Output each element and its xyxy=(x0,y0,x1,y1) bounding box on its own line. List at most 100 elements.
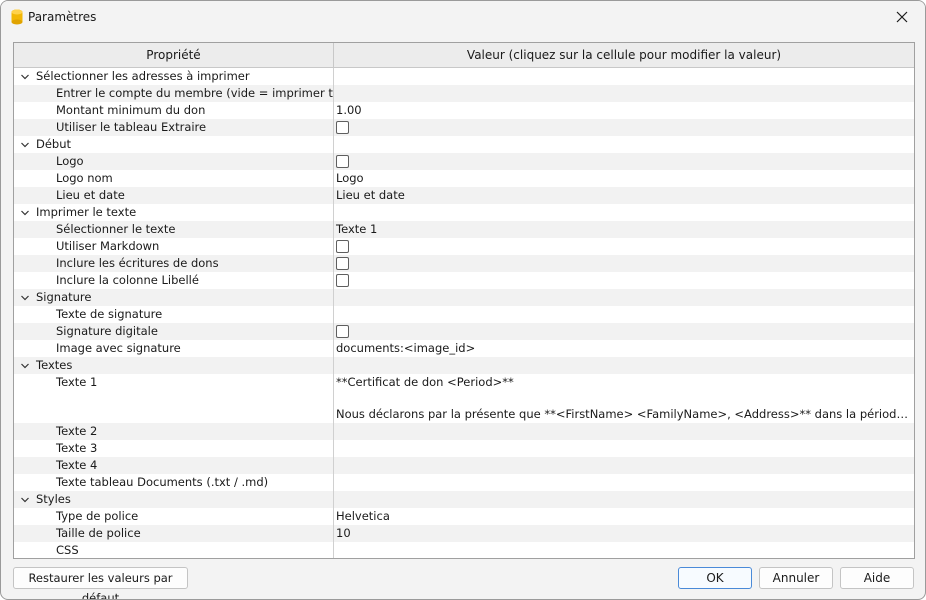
group-cell[interactable]: Sélectionner les adresses à imprimer xyxy=(14,68,334,85)
table-row[interactable]: Texte 2 xyxy=(14,423,914,440)
property-cell[interactable]: Sélectionner le texte xyxy=(14,221,334,238)
property-cell[interactable]: Lieu et date xyxy=(14,187,334,204)
property-cell[interactable]: Entrer le compte du membre (vide = impri… xyxy=(14,85,334,102)
chevron-down-icon[interactable] xyxy=(20,293,30,303)
property-cell[interactable]: Utiliser Markdown xyxy=(14,238,334,255)
restore-defaults-button[interactable]: Restaurer les valeurs par défaut xyxy=(13,567,188,599)
property-cell[interactable]: Logo nom xyxy=(14,170,334,187)
group-row[interactable]: Styles xyxy=(14,491,914,508)
property-cell[interactable]: Texte 3 xyxy=(14,440,334,457)
value-cell[interactable] xyxy=(334,457,914,474)
group-row[interactable]: Imprimer le texte xyxy=(14,204,914,221)
checkbox[interactable] xyxy=(336,274,349,287)
property-cell[interactable]: Logo xyxy=(14,153,334,170)
property-cell[interactable]: Signature digitale xyxy=(14,323,334,340)
group-cell[interactable]: Textes xyxy=(14,357,334,374)
value-cell[interactable]: **Certificat de don <Period>** Nous décla… xyxy=(334,374,914,423)
table-row[interactable]: Entrer le compte du membre (vide = impri… xyxy=(14,85,914,102)
property-cell[interactable]: Taille de police xyxy=(14,525,334,542)
table-row[interactable]: Logo xyxy=(14,153,914,170)
group-row[interactable]: Sélectionner les adresses à imprimer xyxy=(14,68,914,85)
checkbox[interactable] xyxy=(336,155,349,168)
table-row[interactable]: Texte 1 **Certificat de don <Period>** Nou… xyxy=(14,374,914,423)
table-row[interactable]: Texte tableau Documents (.txt / .md) xyxy=(14,474,914,491)
table-row[interactable]: Inclure la colonne Libellé xyxy=(14,272,914,289)
column-header-value[interactable]: Valeur (cliquez sur la cellule pour modi… xyxy=(334,43,914,68)
table-row[interactable]: Taille de police 10 xyxy=(14,525,914,542)
value-cell[interactable] xyxy=(334,542,914,558)
chevron-down-icon[interactable] xyxy=(20,72,30,82)
table-row[interactable]: Texte 3 xyxy=(14,440,914,457)
property-cell[interactable]: Image avec signature xyxy=(14,340,334,357)
checkbox[interactable] xyxy=(336,325,349,338)
value-cell xyxy=(334,204,914,221)
value-cell[interactable]: Helvetica xyxy=(334,508,914,525)
value-cell[interactable] xyxy=(334,323,914,340)
group-cell[interactable]: Imprimer le texte xyxy=(14,204,334,221)
property-cell[interactable]: Type de police xyxy=(14,508,334,525)
table-row[interactable]: Utiliser Markdown xyxy=(14,238,914,255)
property-label: Inclure les écritures de dons xyxy=(56,256,219,270)
checkbox[interactable] xyxy=(336,257,349,270)
value-cell[interactable]: 10 xyxy=(334,525,914,542)
table-row[interactable]: Montant minimum du don 1.00 xyxy=(14,102,914,119)
help-button[interactable]: Aide xyxy=(840,567,914,589)
property-cell[interactable]: Utiliser le tableau Extraire xyxy=(14,119,334,136)
property-cell[interactable]: Inclure la colonne Libellé xyxy=(14,272,334,289)
table-row[interactable]: Type de police Helvetica xyxy=(14,508,914,525)
chevron-down-icon[interactable] xyxy=(20,361,30,371)
checkbox[interactable] xyxy=(336,121,349,134)
value-cell[interactable] xyxy=(334,153,914,170)
table-row[interactable]: Lieu et date Lieu et date xyxy=(14,187,914,204)
chevron-down-icon[interactable] xyxy=(20,140,30,150)
checkbox[interactable] xyxy=(336,240,349,253)
group-cell[interactable]: Styles xyxy=(14,491,334,508)
property-cell[interactable]: CSS xyxy=(14,542,334,558)
value-cell[interactable]: 1.00 xyxy=(334,102,914,119)
value-cell[interactable] xyxy=(334,119,914,136)
value-cell[interactable] xyxy=(334,474,914,491)
table-row[interactable]: CSS xyxy=(14,542,914,558)
value-cell[interactable]: Lieu et date xyxy=(334,187,914,204)
value-cell[interactable]: documents:<image_id> xyxy=(334,340,914,357)
table-row[interactable]: Logo nom Logo xyxy=(14,170,914,187)
value-cell[interactable] xyxy=(334,306,914,323)
table-row[interactable]: Inclure les écritures de dons xyxy=(14,255,914,272)
cancel-button[interactable]: Annuler xyxy=(759,567,833,589)
value-cell[interactable] xyxy=(334,423,914,440)
group-cell[interactable]: Signature xyxy=(14,289,334,306)
property-cell[interactable]: Montant minimum du don xyxy=(14,102,334,119)
property-cell[interactable]: Texte 4 xyxy=(14,457,334,474)
group-cell[interactable]: Début xyxy=(14,136,334,153)
table-row[interactable]: Utiliser le tableau Extraire xyxy=(14,119,914,136)
group-row[interactable]: Textes xyxy=(14,357,914,374)
group-label: Signature xyxy=(36,290,92,304)
property-cell[interactable]: Inclure les écritures de dons xyxy=(14,255,334,272)
group-row[interactable]: Début xyxy=(14,136,914,153)
value-cell[interactable]: Texte 1 xyxy=(334,221,914,238)
chevron-down-icon[interactable] xyxy=(20,495,30,505)
group-row[interactable]: Signature xyxy=(14,289,914,306)
table-row[interactable]: Signature digitale xyxy=(14,323,914,340)
table-row[interactable]: Image avec signature documents:<image_id> xyxy=(14,340,914,357)
table-header: Propriété Valeur (cliquez sur la cellule… xyxy=(14,43,914,68)
property-cell[interactable]: Texte tableau Documents (.txt / .md) xyxy=(14,474,334,491)
table-row[interactable]: Texte de signature xyxy=(14,306,914,323)
close-icon[interactable] xyxy=(896,11,908,23)
value-cell[interactable] xyxy=(334,272,914,289)
chevron-down-icon[interactable] xyxy=(20,208,30,218)
value-cell[interactable] xyxy=(334,255,914,272)
value-cell[interactable]: Logo xyxy=(334,170,914,187)
property-cell[interactable]: Texte de signature xyxy=(14,306,334,323)
table-row[interactable]: Texte 4 xyxy=(14,457,914,474)
table-row[interactable]: Sélectionner le texte Texte 1 xyxy=(14,221,914,238)
property-cell[interactable]: Texte 2 xyxy=(14,423,334,440)
property-cell[interactable]: Texte 1 xyxy=(14,374,334,423)
value-text: documents:<image_id> xyxy=(336,341,476,355)
column-header-property[interactable]: Propriété xyxy=(14,43,334,68)
value-cell[interactable] xyxy=(334,440,914,457)
value-cell[interactable] xyxy=(334,238,914,255)
close-button[interactable] xyxy=(879,1,925,33)
value-cell[interactable] xyxy=(334,85,914,102)
ok-button[interactable]: OK xyxy=(678,567,752,589)
